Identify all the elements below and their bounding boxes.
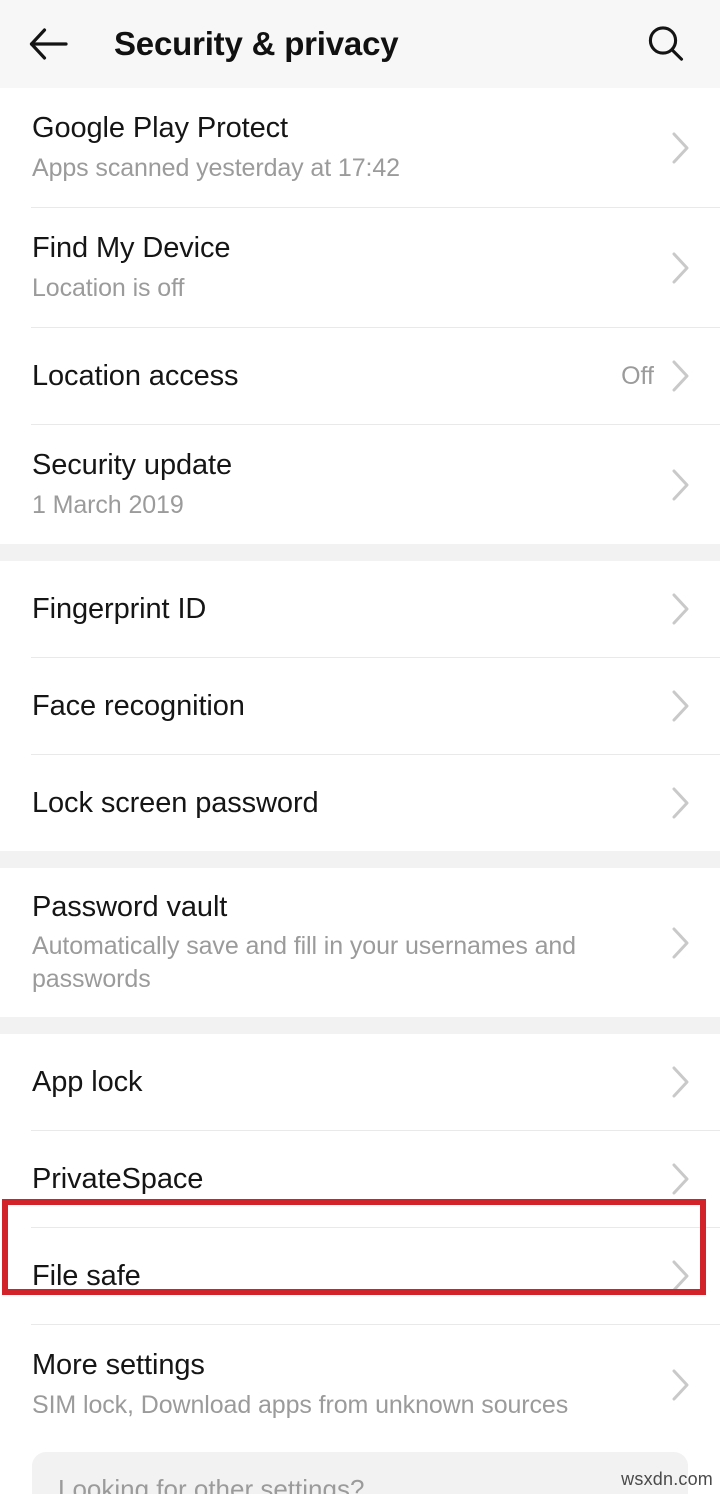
row-text: Password vault Automatically save and fi… xyxy=(32,889,668,996)
list-item-title: Password vault xyxy=(32,890,228,923)
settings-list: Google Play Protect Apps scanned yesterd… xyxy=(0,88,720,1444)
list-item-privatespace[interactable]: PrivateSpace xyxy=(0,1131,720,1227)
chevron-right-icon xyxy=(668,1064,694,1100)
list-item-security-update[interactable]: Security update 1 March 2019 xyxy=(0,425,720,544)
chevron-right-icon xyxy=(668,1258,694,1294)
chevron-right-icon xyxy=(668,250,694,286)
settings-group-privacy: App lock PrivateSpace File safe More set… xyxy=(0,1034,720,1444)
search-icon xyxy=(648,26,684,61)
row-text: Face recognition xyxy=(32,688,668,724)
chevron-right-icon xyxy=(668,130,694,166)
list-item-find-my-device[interactable]: Find My Device Location is off xyxy=(0,208,720,327)
settings-group-password-vault: Password vault Automatically save and fi… xyxy=(0,868,720,1017)
list-item-title: PrivateSpace xyxy=(32,1162,204,1195)
other-settings-card-text: Looking for other settings? xyxy=(58,1474,365,1494)
watermark: wsxdn.com xyxy=(621,1469,713,1489)
chevron-right-icon xyxy=(668,925,694,961)
list-item-file-safe[interactable]: File safe xyxy=(0,1228,720,1324)
row-text: More settings SIM lock, Download apps fr… xyxy=(32,1347,668,1421)
chevron-right-icon xyxy=(668,785,694,821)
row-text: Google Play Protect Apps scanned yesterd… xyxy=(32,110,668,184)
chevron-right-icon xyxy=(668,1367,694,1403)
list-item-location-access[interactable]: Location access Off xyxy=(0,328,720,424)
page-title: Security & privacy xyxy=(114,25,399,62)
row-text: Location access xyxy=(32,358,621,394)
settings-group-biometrics: Fingerprint ID Face recognition Lock scr… xyxy=(0,561,720,851)
other-settings-card[interactable]: Looking for other settings? xyxy=(32,1452,688,1494)
list-item-value: Off xyxy=(621,361,654,390)
list-item-subtitle: 1 March 2019 xyxy=(32,490,184,519)
row-text: Find My Device Location is off xyxy=(32,230,668,304)
section-separator xyxy=(0,1017,720,1034)
chevron-right-icon xyxy=(668,1161,694,1197)
list-item-subtitle: SIM lock, Download apps from unknown sou… xyxy=(32,1390,569,1419)
list-item-lock-screen-password[interactable]: Lock screen password xyxy=(0,755,720,851)
list-item-title: Fingerprint ID xyxy=(32,592,207,625)
list-item-more-settings[interactable]: More settings SIM lock, Download apps fr… xyxy=(0,1325,720,1444)
search-button[interactable] xyxy=(638,16,694,72)
list-item-title: Google Play Protect xyxy=(32,112,289,145)
list-item-app-lock[interactable]: App lock xyxy=(0,1034,720,1130)
list-item-google-play-protect[interactable]: Google Play Protect Apps scanned yesterd… xyxy=(0,88,720,207)
list-item-subtitle: Automatically save and fill in your user… xyxy=(32,932,576,994)
list-item-title: Location access xyxy=(32,359,239,392)
back-button[interactable] xyxy=(28,16,84,72)
list-item-title: More settings xyxy=(32,1349,205,1382)
list-item-title: Lock screen password xyxy=(32,786,319,819)
section-separator xyxy=(0,851,720,868)
app-bar: Security & privacy xyxy=(0,0,720,88)
row-text: Lock screen password xyxy=(32,785,668,821)
list-item-subtitle: Location is off xyxy=(32,273,185,302)
chevron-right-icon xyxy=(668,591,694,627)
chevron-right-icon xyxy=(668,467,694,503)
row-text: PrivateSpace xyxy=(32,1161,668,1197)
arrow-left-icon xyxy=(29,28,68,60)
list-item-subtitle: Apps scanned yesterday at 17:42 xyxy=(32,153,400,182)
row-text: App lock xyxy=(32,1064,668,1100)
list-item-title: File safe xyxy=(32,1259,141,1292)
section-separator xyxy=(0,544,720,561)
list-item-title: Find My Device xyxy=(32,232,231,265)
list-item-fingerprint-id[interactable]: Fingerprint ID xyxy=(0,561,720,657)
settings-group-protection: Google Play Protect Apps scanned yesterd… xyxy=(0,88,720,544)
list-item-title: App lock xyxy=(32,1065,143,1098)
row-text: Fingerprint ID xyxy=(32,591,668,627)
list-item-password-vault[interactable]: Password vault Automatically save and fi… xyxy=(0,868,720,1017)
phone-screen: Security & privacy Google Play Protect A… xyxy=(0,0,720,1494)
row-text: Security update 1 March 2019 xyxy=(32,447,668,521)
list-item-title: Face recognition xyxy=(32,689,245,722)
list-item-face-recognition[interactable]: Face recognition xyxy=(0,658,720,754)
row-text: File safe xyxy=(32,1258,668,1294)
chevron-right-icon xyxy=(668,358,694,394)
list-item-title: Security update xyxy=(32,449,233,482)
chevron-right-icon xyxy=(668,688,694,724)
